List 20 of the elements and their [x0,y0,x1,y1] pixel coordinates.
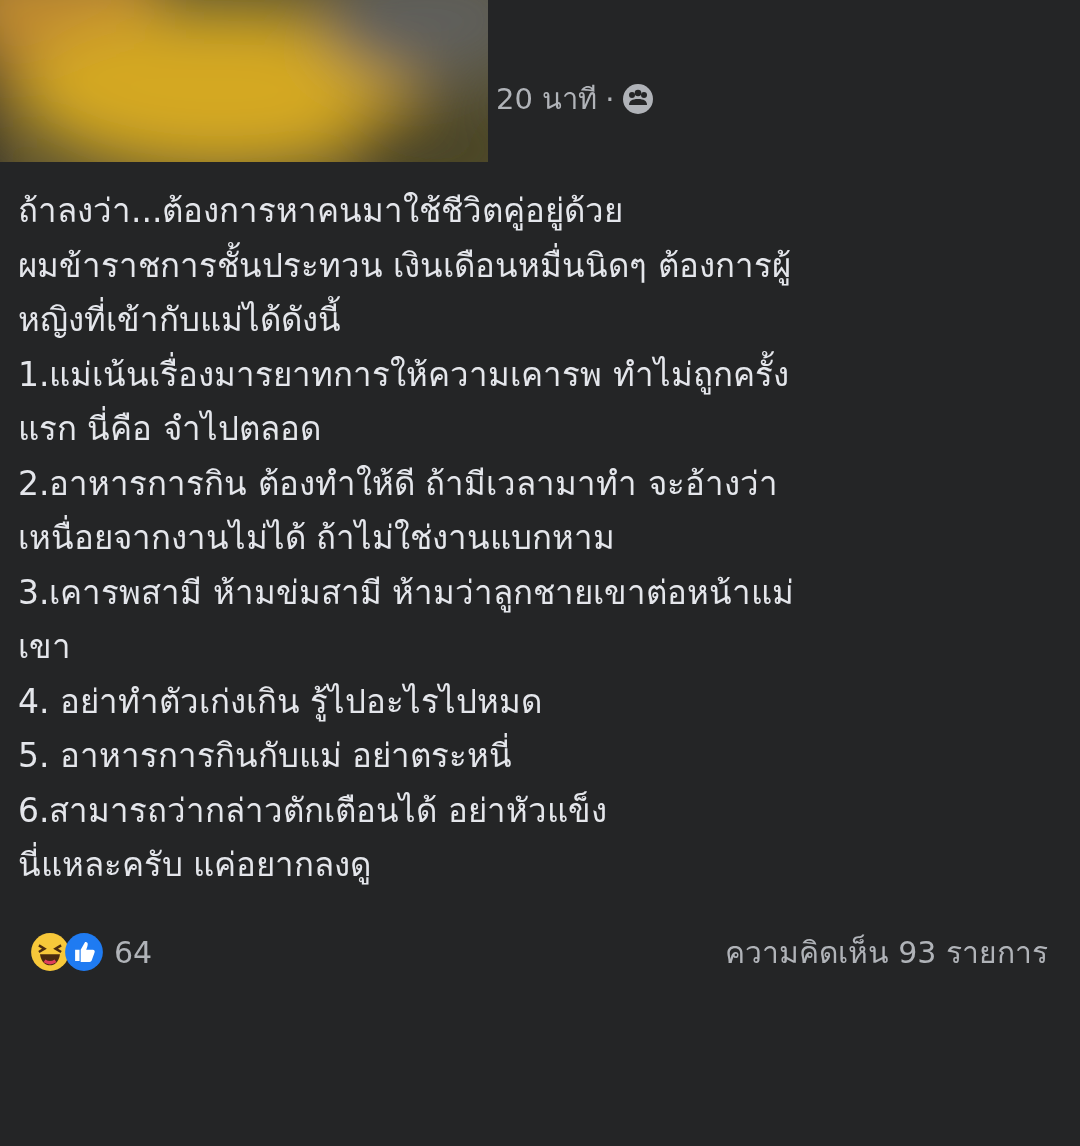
post-time[interactable]: 20 นาที [496,76,598,122]
audience-icon[interactable] [622,83,655,115]
post-text-line: ถ้าลงว่า...ต้องการหาคนมาใช้ชีวิตคู่อยู่ด้วย [18,190,625,233]
like-icon[interactable] [64,932,104,972]
post-text-line: 2.อาหารการกิน ต้องทำให้ดี ถ้ามีเวลามาทำ จะอ้างว่า [18,462,779,505]
post-text-line: 3.เคารพสามี ห้ามข่มสามี ห้ามว่าลูกชายเขาต่อหน้าแม่ [18,571,796,615]
post-text-line: 5. อาหารการกินกับแม่ อย่าตระหนี่ [18,729,1080,784]
post-text-line: 4. อย่าทำตัวเก่งเกิน รู้ไปอะไรไปหมด [18,680,544,724]
laughing-face-icon[interactable] [30,932,70,972]
post-text-line: ผมข้าราชการชั้นประทวน เงินเดือนหมื่นนิดๆ ต้องการผู้ [18,238,1080,293]
comment-count[interactable]: ความคิดเห็น 93 รายการ [724,928,1048,976]
post-text-line: เขา [18,626,72,668]
post-text-line: เหนื่อยจากงานไม่ได้ ถ้าไม่ใช่งานแบกหาม [18,511,1080,566]
post-text-line: นี่แหละครับ แค่อยากลงดู [18,838,1080,893]
reaction-count[interactable]: 64 [114,934,153,970]
post-text-line: 6.สามารถว่ากล่าวตักเตือนได้ อย่าหัวแข็ง [18,789,608,832]
separator: · [605,82,615,116]
post-text-line: หญิงที่เข้ากับแม่ได้ดังนี้ [18,293,1080,348]
post-text-line: แรก นี่คือ จำไปตลอด [18,402,1080,457]
post-text-line: 1.แม่เน้นเรื่องมารยาทการให้ความเคารพ ทำไม่ถูกครั้ง [18,347,1080,402]
